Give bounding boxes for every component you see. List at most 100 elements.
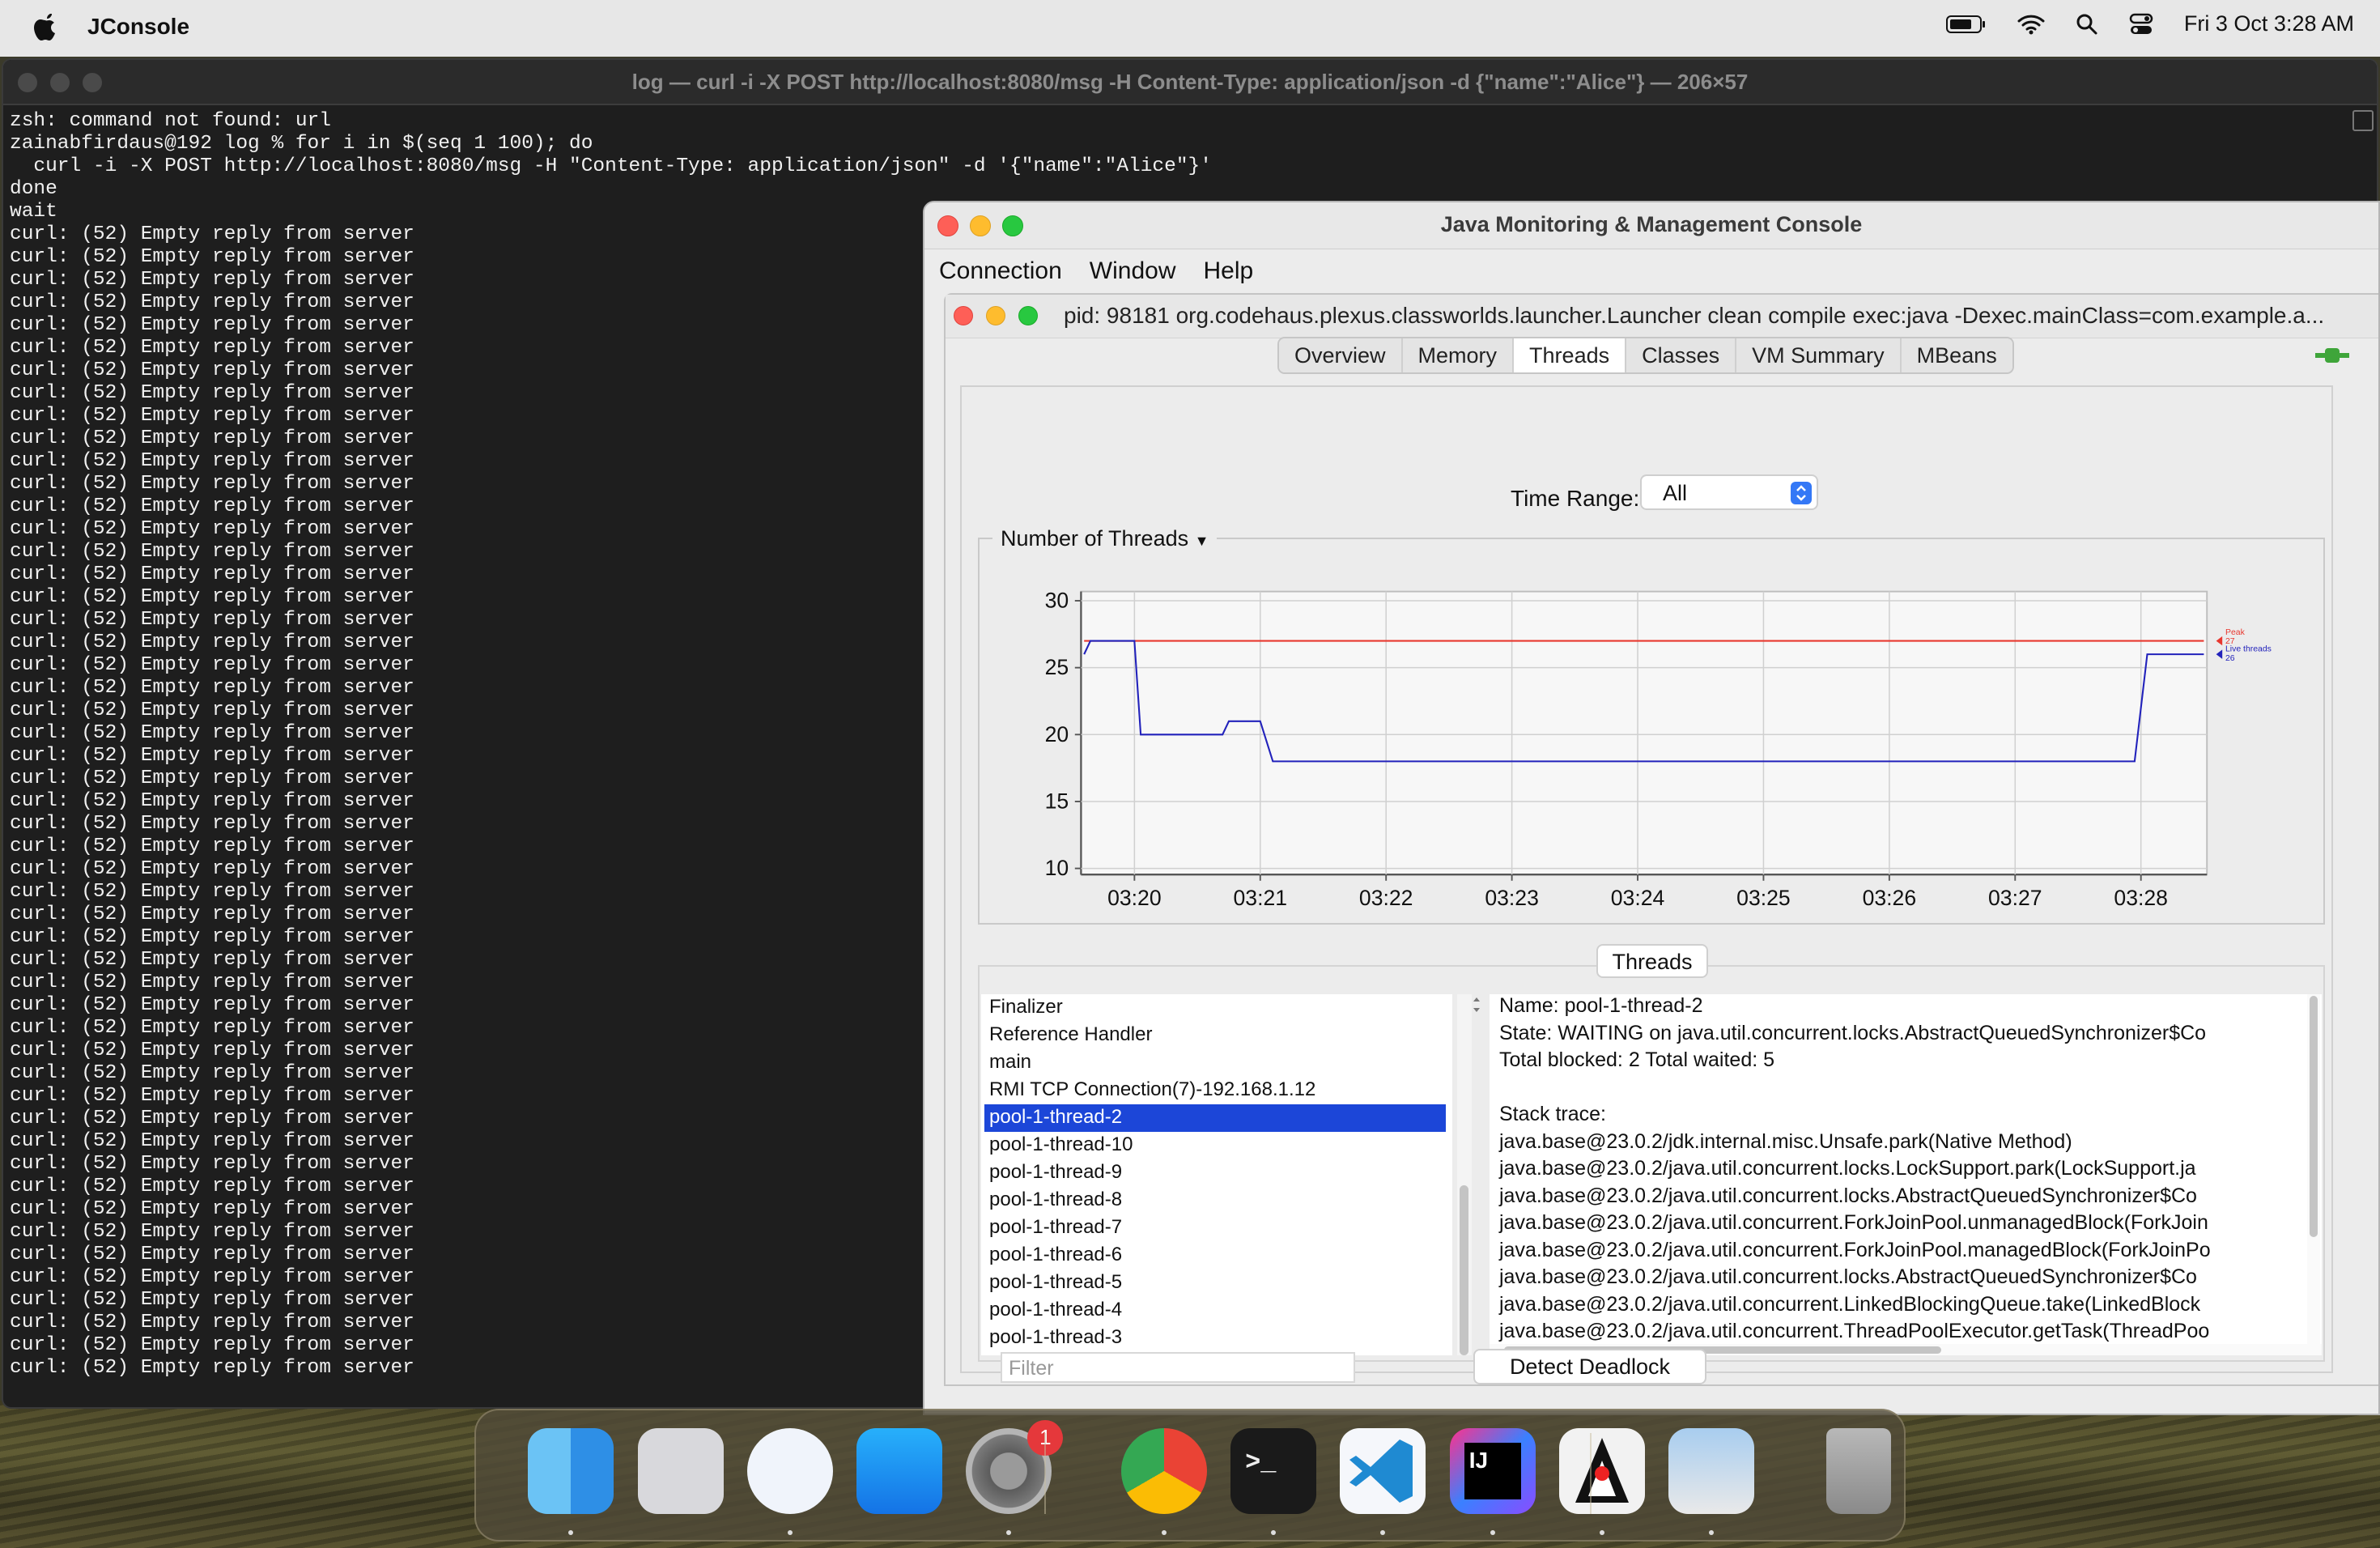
tab-mbeans[interactable]: MBeans [1901,338,2012,372]
chart-canvas: 10 15 20 25 30 03:20 03:21 03:22 03:23 03:24 03:25… [1045,589,2272,911]
chrome-dock-icon[interactable] [1120,1428,1207,1514]
y-tick-label: 15 [1045,789,1069,814]
y-tick-label: 30 [1045,589,1069,613]
clock[interactable]: Fri 3 Oct 3:28 AM [2184,11,2354,36]
x-tick-label: 03:27 [1988,886,2042,910]
thread-list-item[interactable]: pool-1-thread-3 [981,1325,1452,1352]
connection-close-button[interactable] [954,306,973,325]
running-indicator [1271,1530,1277,1535]
menu-help[interactable]: Help [1188,249,1266,291]
chart-title-dropdown-icon: ▼ [1194,533,1209,549]
vscode-dock-icon[interactable] [1340,1428,1426,1514]
jconsole-menu-bar: Connection Window Help [924,249,2378,291]
time-range-select[interactable]: All [1640,474,1818,510]
x-tick-label: 03:28 [2114,886,2168,910]
tab-memory[interactable]: Memory [1402,338,1515,372]
control-center-icon[interactable] [2129,13,2153,36]
launchpad-dock-icon[interactable] [637,1428,724,1514]
thread-list-item[interactable]: pool-1-thread-8 [981,1187,1452,1214]
menu-window[interactable]: Window [1075,249,1189,291]
connection-internal-frame[interactable]: pid: 98181 org.codehaus.plexus.classworl… [944,293,2378,1386]
dock: 1>_IJ [474,1409,1906,1542]
dock-separator-right [1589,1433,1592,1514]
chart-title[interactable]: Number of Threads ▼ [992,526,1218,551]
connection-zoom-button[interactable] [1018,306,1038,325]
thread-list-scroll-thumb[interactable] [1460,1185,1468,1355]
thread-list-item[interactable]: pool-1-thread-4 [981,1297,1452,1325]
tab-vm-summary[interactable]: VM Summary [1736,338,1902,372]
tab-threads[interactable]: Threads [1514,338,1627,372]
thread-list[interactable]: Finalizer Reference Handler main RMI TCP Co… [981,994,1452,1355]
thread-detail-line: java.base@23.0.2/java.util.concurrent.lo… [1499,1184,2197,1207]
apple-menu-icon[interactable] [32,13,58,42]
jconsole-title: Java Monitoring & Management Console [1440,212,1863,236]
app-store-dock-icon[interactable] [856,1428,943,1514]
connection-title-bar[interactable]: pid: 98181 org.codehaus.plexus.classworl… [946,295,2378,338]
thread-list-item[interactable]: pool-1-thread-2 [984,1104,1446,1132]
wifi-icon[interactable] [2017,14,2045,35]
menu-connection[interactable]: Connection [924,249,1075,291]
details-vertical-scrollbar[interactable] [2307,994,2320,1355]
tab-classes[interactable]: Classes [1626,338,1737,372]
running-indicator [1709,1530,1715,1535]
thread-detail-line: java.base@23.0.2/java.util.concurrent.Li… [1499,1292,2201,1316]
thread-detail-line: java.base@23.0.2/jdk.internal.misc.Unsaf… [1499,1129,2072,1153]
jconsole-window[interactable]: Java Monitoring & Management Console Con… [923,201,2380,1415]
finder-dock-icon[interactable] [528,1428,614,1514]
tab-overview[interactable]: Overview [1279,338,1403,372]
y-tick-label: 25 [1045,655,1069,679]
terminal-dock-icon[interactable]: >_ [1230,1428,1317,1514]
running-indicator [1006,1530,1012,1535]
thread-list-item[interactable]: pool-1-thread-6 [981,1242,1452,1269]
thread-list-scrollbar[interactable] [1457,994,1472,1355]
filter-input[interactable]: Filter [1001,1352,1355,1383]
preview-dock-icon[interactable] [1668,1428,1755,1514]
thread-list-item[interactable]: RMI TCP Connection(7)-192.168.1.12 [981,1077,1452,1104]
thread-list-item[interactable]: pool-1-thread-9 [981,1159,1452,1187]
terminal-scroll-icon[interactable] [2352,110,2374,131]
time-range-value: All [1663,481,1688,505]
threads-tab-content: Time Range: All 10 15 20 25 30 03:20 03:21 03:2… [960,385,2333,1384]
chart-plot-group: 10 15 20 25 30 03:20 03:21 03:22 03:23 03:24 03:25… [1045,589,2272,911]
legend-live-label: Live threads [2225,645,2272,654]
legend-live-value: 26 [2225,654,2235,663]
thread-detail-line: Name: pool-1-thread-2 [1499,994,1703,1017]
y-tick-label: 20 [1045,722,1069,746]
split-arrows-icon[interactable] [1472,994,1490,1027]
split-pane-divider[interactable] [1472,994,1490,1355]
thread-detail-line: java.base@23.0.2/java.util.concurrent.Fo… [1499,1238,2211,1261]
thread-list-item[interactable]: main [981,1049,1452,1077]
jconsole-title-bar[interactable]: Java Monitoring & Management Console [924,202,2378,249]
thread-list-item[interactable]: Finalizer [981,994,1452,1022]
spotlight-search-icon[interactable] [2076,13,2098,36]
thread-list-item[interactable]: pool-1-thread-7 [981,1214,1452,1242]
connected-plug-icon [2315,348,2349,363]
running-indicator [1380,1530,1386,1535]
thread-detail-line: java.base@23.0.2/java.util.concurrent.Th… [1499,1320,2210,1342]
tab-bar: Overview Memory Threads Classes VM Summa… [1277,337,2014,374]
x-tick-label: 03:24 [1611,886,1665,910]
intellij-dock-icon[interactable]: IJ [1449,1428,1536,1514]
running-indicator [1490,1530,1495,1535]
safari-dock-icon[interactable] [746,1428,833,1514]
app-name[interactable]: JConsole [87,14,189,40]
thread-detail-line: java.base@23.0.2/java.util.concurrent.lo… [1499,1265,2197,1288]
y-tick-label: 10 [1045,856,1069,880]
details-vscroll-thumb[interactable] [2310,996,2318,1237]
thread-list-item[interactable]: pool-1-thread-5 [981,1269,1452,1297]
terminal-title-bar[interactable]: log — curl -i -X POST http://localhost:8… [3,60,2377,105]
x-tick-label: 03:21 [1234,886,1288,910]
trash-dock-icon[interactable] [1826,1428,1891,1514]
connection-title: pid: 98181 org.codehaus.plexus.classworl… [1064,303,2325,328]
chart-title-text: Number of Threads [1001,526,1189,551]
battery-icon[interactable] [1945,15,1987,34]
detect-deadlock-button[interactable]: Detect Deadlock [1473,1349,1706,1384]
thread-list-item[interactable]: pool-1-thread-10 [981,1132,1452,1159]
connection-minimize-button[interactable] [986,306,1005,325]
terminal-prompt-icon: >_ [1245,1448,1277,1478]
jconsole-dock-icon[interactable] [1559,1428,1645,1514]
thread-list-item[interactable]: Reference Handler [981,1022,1452,1049]
thread-details[interactable]: Name: pool-1-thread-2 State: WAITING on j… [1490,994,2322,1355]
time-range-label: Time Range: [1511,486,1640,511]
threads-panel: Finalizer Reference Handler main RMI TCP Co… [978,965,2325,1384]
